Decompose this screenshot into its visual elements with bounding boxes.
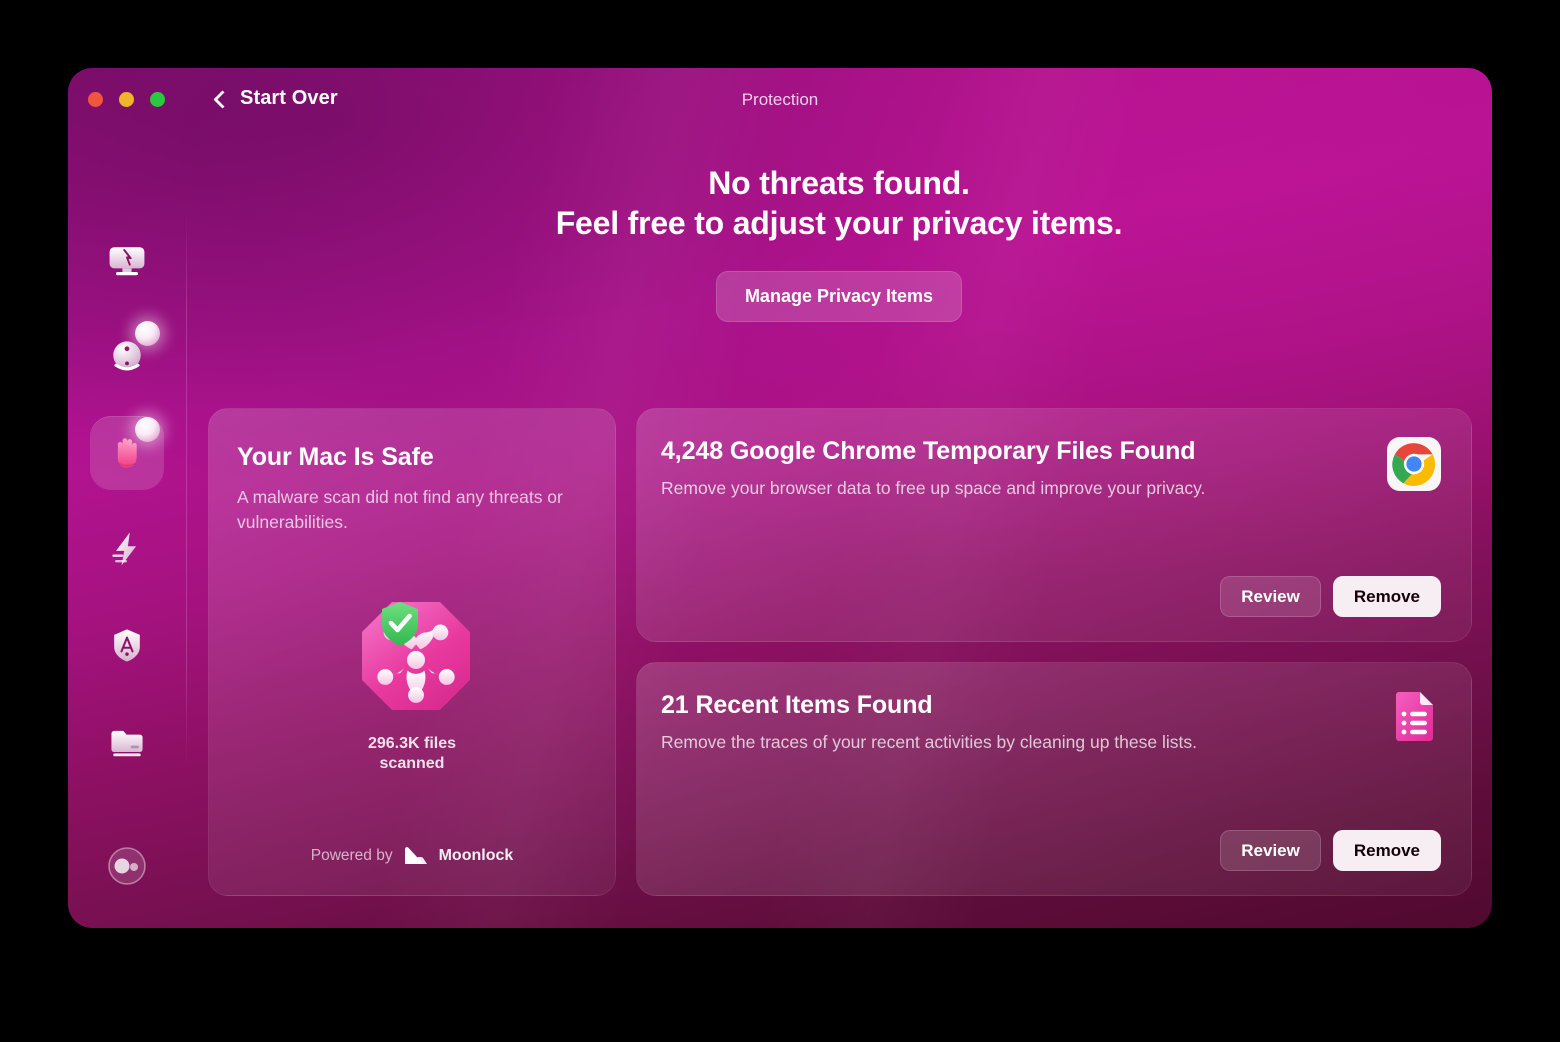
moonlock-logo-icon: [404, 847, 427, 864]
review-button[interactable]: Review: [1220, 576, 1321, 617]
my-clutter-drawer-icon: [111, 730, 143, 757]
findings-column: 4,248 Google Chrome Temporary Files Foun…: [636, 408, 1472, 896]
hero-section: No threats found. Feel free to adjust yo…: [186, 164, 1492, 323]
sidebar-divider: [186, 208, 187, 768]
sidebar: [68, 132, 186, 928]
finding-header: 21 Recent Items Found Remove the traces …: [661, 691, 1441, 753]
sidebar-item-smart-scan[interactable]: [90, 320, 164, 394]
finding-subtitle: Remove your browser data to free up spac…: [661, 478, 1206, 498]
finding-card-chrome: 4,248 Google Chrome Temporary Files Foun…: [636, 408, 1472, 642]
cleanup-monitor-icon: [109, 247, 145, 276]
notification-badge: [135, 321, 160, 346]
page-title: Protection: [741, 90, 819, 109]
biohazard-shield-icon: [348, 588, 476, 716]
scanned-count-value: 296.3K files: [367, 734, 457, 752]
finding-actions: Review Remove: [661, 576, 1441, 617]
powered-by-prefix: Powered by: [310, 847, 393, 864]
applications-shield-icon: [114, 629, 140, 662]
sidebar-item-protection[interactable]: [90, 416, 164, 490]
safe-card-title: Your Mac Is Safe: [237, 443, 434, 471]
powered-by-moonlock: Powered by Moonlock: [237, 845, 587, 895]
sidebar-item-cleanup[interactable]: [90, 224, 164, 298]
finding-header: 4,248 Google Chrome Temporary Files Foun…: [661, 437, 1441, 499]
content-area: Your Mac Is Safe A malware scan did not …: [208, 408, 1472, 896]
sidebar-item-account[interactable]: [101, 840, 153, 892]
notification-badge: [135, 417, 160, 442]
google-chrome-icon: [1387, 437, 1441, 491]
manage-privacy-items-button[interactable]: Manage Privacy Items: [715, 271, 963, 323]
powered-by-brand: Moonlock: [438, 847, 514, 864]
sidebar-item-my-clutter[interactable]: [90, 704, 164, 778]
sidebar-nav-list: [68, 224, 186, 778]
scanned-count-label: scanned: [379, 755, 445, 773]
finding-title: 4,248 Google Chrome Temporary Files Foun…: [661, 437, 1196, 465]
remove-button[interactable]: Remove: [1332, 830, 1441, 871]
finding-title: 21 Recent Items Found: [661, 691, 933, 719]
titlebar: Start Over Protection: [68, 68, 1492, 132]
safe-card-visual: 296.3K files scanned: [237, 528, 587, 835]
hero-headline-line2: Feel free to adjust your privacy items.: [555, 204, 1123, 241]
hero-headline-line1: No threats found.: [708, 165, 970, 201]
account-avatar-icon: [108, 847, 146, 885]
screen: Start Over Protection No threats found. …: [0, 0, 1560, 1042]
recent-items-list-icon: [1396, 692, 1433, 741]
finding-subtitle: Remove the traces of your recent activit…: [661, 732, 1197, 752]
app-window: Start Over Protection No threats found. …: [68, 68, 1492, 928]
scanned-files-count: 296.3K files scanned: [368, 734, 456, 776]
remove-button[interactable]: Remove: [1332, 576, 1441, 617]
finding-card-recent-items: 21 Recent Items Found Remove the traces …: [636, 662, 1472, 896]
performance-bolt-icon: [112, 532, 137, 566]
mac-is-safe-card: Your Mac Is Safe A malware scan did not …: [208, 408, 616, 896]
finding-actions: Review Remove: [661, 830, 1441, 871]
sidebar-item-performance[interactable]: [90, 512, 164, 586]
sidebar-item-applications[interactable]: [90, 608, 164, 682]
review-button[interactable]: Review: [1220, 830, 1321, 871]
